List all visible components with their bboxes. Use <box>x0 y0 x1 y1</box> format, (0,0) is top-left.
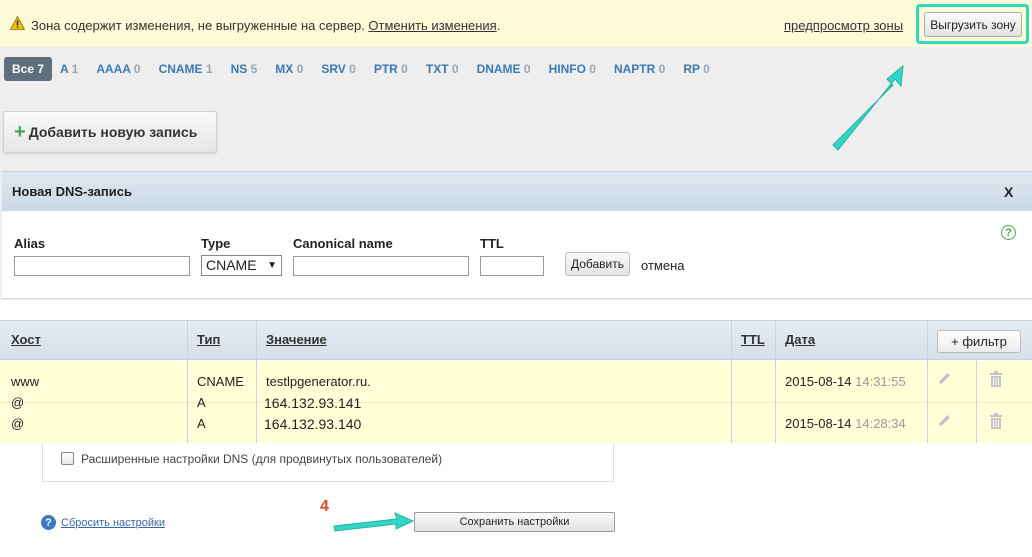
arrow-to-upload-icon <box>832 64 904 151</box>
arrow-to-save-icon <box>333 512 415 532</box>
annotation-arrows <box>333 64 904 532</box>
